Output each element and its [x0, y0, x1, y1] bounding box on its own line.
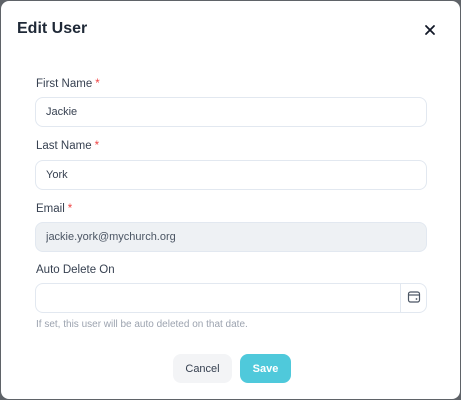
auto-delete-date-picker [35, 283, 427, 313]
auto-delete-date-input[interactable] [36, 284, 401, 312]
save-button[interactable]: Save [240, 354, 291, 383]
required-indicator: * [95, 78, 100, 90]
close-icon [420, 20, 440, 40]
first-name-label-text: First Name [36, 78, 93, 90]
close-button[interactable] [420, 20, 440, 40]
email-input [35, 222, 427, 252]
edit-user-dialog: Edit User First Name* Last Name* Email* … [1, 1, 460, 399]
required-indicator: * [67, 203, 73, 215]
email-label: Email * [36, 203, 72, 215]
auto-delete-label-text: Auto Delete On [36, 264, 115, 276]
first-name-input[interactable] [35, 97, 427, 127]
required-indicator: * [94, 140, 100, 152]
email-label-text: Email [36, 203, 65, 215]
dialog-title: Edit User [17, 20, 88, 37]
calendar-icon [407, 290, 421, 307]
cancel-button[interactable]: Cancel [173, 354, 232, 383]
last-name-label: Last Name * [36, 140, 99, 152]
first-name-label: First Name * [36, 78, 100, 90]
auto-delete-help-text: If set, this user will be auto deleted o… [36, 319, 248, 330]
last-name-input[interactable] [35, 160, 427, 190]
auto-delete-label: Auto Delete On [36, 264, 115, 276]
calendar-button[interactable] [400, 284, 426, 312]
last-name-label-text: Last Name [36, 140, 92, 152]
